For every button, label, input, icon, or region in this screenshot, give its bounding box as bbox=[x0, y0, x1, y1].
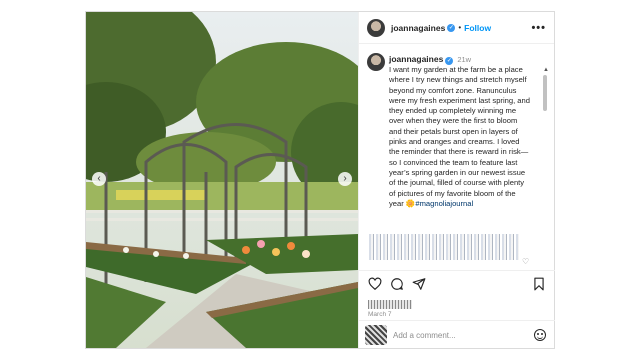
header-separator: • bbox=[458, 23, 462, 32]
verified-badge-icon: ✓ bbox=[447, 23, 456, 32]
share-icon bbox=[412, 278, 426, 290]
more-options-button[interactable]: ••• bbox=[531, 22, 546, 34]
caption-scrollbar-thumb[interactable] bbox=[543, 75, 547, 111]
post-side-panel: joannagaines ✓ • Follow ••• joannagaines… bbox=[358, 12, 555, 348]
caption-username[interactable]: joannagaines bbox=[389, 54, 443, 64]
comment-input[interactable] bbox=[393, 329, 513, 341]
heart-icon bbox=[368, 277, 382, 291]
like-button[interactable] bbox=[368, 277, 382, 291]
hashtag-link[interactable]: #magnoliajournal bbox=[415, 199, 473, 208]
caption-timestamp[interactable]: 21w bbox=[457, 55, 471, 64]
share-button[interactable] bbox=[412, 277, 426, 291]
previous-photo-button[interactable]: ‹ bbox=[92, 172, 106, 186]
save-button[interactable] bbox=[532, 277, 546, 291]
next-photo-button[interactable]: › bbox=[338, 172, 352, 186]
follow-button[interactable]: Follow bbox=[464, 23, 491, 33]
action-bar bbox=[359, 270, 555, 296]
author-avatar[interactable] bbox=[367, 18, 385, 37]
post-date[interactable]: March 7 bbox=[368, 311, 391, 318]
blurred-like-count[interactable] bbox=[368, 300, 412, 309]
comment-like-heart-icon[interactable]: ♡ bbox=[522, 257, 529, 266]
post-header: joannagaines ✓ • Follow ••• bbox=[359, 12, 554, 44]
caption-area[interactable]: joannagaines ✓ 21w I want my garden at the… bbox=[359, 45, 555, 235]
caption-author-avatar[interactable] bbox=[367, 53, 385, 71]
comment-icon bbox=[391, 278, 403, 290]
caption-verified-badge-icon: ✓ bbox=[445, 57, 454, 65]
comment-button[interactable] bbox=[390, 277, 404, 291]
scroll-up-arrow-icon[interactable]: ▲ bbox=[543, 67, 549, 73]
blurred-comment bbox=[369, 234, 519, 260]
instagram-post: ‹ › joannagaines ✓ • Follow ••• joannaga… bbox=[85, 11, 555, 349]
caption-header: joannagaines ✓ 21w bbox=[389, 54, 471, 65]
blurred-viewer-avatar bbox=[365, 325, 387, 345]
flower-emoji: 🌼 bbox=[405, 198, 416, 208]
caption-body: I want my garden at the farm be a place … bbox=[389, 65, 530, 208]
bookmark-icon bbox=[534, 277, 544, 291]
post-photo[interactable]: ‹ › bbox=[86, 12, 358, 348]
emoji-icon[interactable] bbox=[534, 329, 546, 341]
garden-photo-illustration bbox=[86, 12, 358, 348]
author-username[interactable]: joannagaines bbox=[391, 23, 445, 33]
add-comment-bar bbox=[359, 320, 555, 348]
caption-text: I want my garden at the farm be a place … bbox=[389, 65, 531, 209]
